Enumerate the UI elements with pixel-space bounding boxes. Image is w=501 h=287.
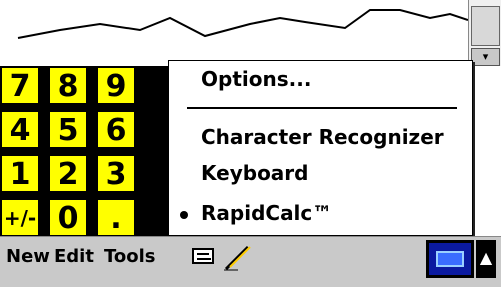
key-1[interactable]: 1: [0, 154, 40, 193]
keyboard-icon[interactable]: [192, 248, 214, 264]
key-6[interactable]: 6: [96, 110, 136, 149]
input-method-menu: Options... Character Recognizer Keyboard…: [168, 60, 473, 236]
input-panel-icon[interactable]: [426, 240, 474, 278]
pen-icon[interactable]: [222, 243, 252, 271]
menu-item-options[interactable]: Options...: [169, 63, 472, 97]
menu-item-label: Keyboard: [201, 161, 309, 185]
key-decimal[interactable]: .: [96, 198, 136, 237]
key-8[interactable]: 8: [48, 66, 88, 105]
menu-tools[interactable]: Tools: [104, 246, 156, 267]
key-0[interactable]: 0: [48, 198, 88, 237]
key-plus-minus[interactable]: +/-: [0, 198, 40, 237]
menu-edit[interactable]: Edit: [54, 246, 94, 267]
scroll-thumb[interactable]: [471, 6, 500, 46]
up-arrow-icon[interactable]: ▲: [476, 240, 496, 278]
vertical-scrollbar[interactable]: ▾: [468, 0, 501, 66]
screen: ▾ 7 8 9 4 5 6 1 2 3 +/- 0 . Options... C…: [0, 0, 501, 287]
key-4[interactable]: 4: [0, 110, 40, 149]
key-7[interactable]: 7: [0, 66, 40, 105]
menu-item-character-recognizer[interactable]: Character Recognizer: [169, 121, 472, 155]
key-2[interactable]: 2: [48, 154, 88, 193]
key-3[interactable]: 3: [96, 154, 136, 193]
menu-item-keyboard[interactable]: Keyboard: [169, 157, 472, 191]
menu-bar: New Edit Tools ▲: [0, 236, 501, 287]
ink-stroke: [17, 9, 468, 39]
key-5[interactable]: 5: [48, 110, 88, 149]
rapidcalc-keypad: 7 8 9 4 5 6 1 2 3 +/- 0 .: [0, 66, 180, 238]
menu-item-rapidcalc[interactable]: RapidCalc™: [169, 197, 472, 231]
input-panel-selector[interactable]: ▲: [426, 240, 496, 283]
menu-item-label: Character Recognizer: [201, 125, 444, 149]
note-area[interactable]: [0, 0, 501, 66]
menu-new[interactable]: New: [6, 246, 50, 267]
down-arrow-icon[interactable]: ▾: [471, 48, 500, 66]
selected-bullet-icon: [180, 211, 188, 219]
menu-item-label: RapidCalc™: [201, 201, 333, 225]
menu-separator: [187, 107, 457, 109]
key-9[interactable]: 9: [96, 66, 136, 105]
input-panel-icon-glyph: [436, 251, 464, 267]
menu-item-label: Options...: [201, 67, 312, 91]
